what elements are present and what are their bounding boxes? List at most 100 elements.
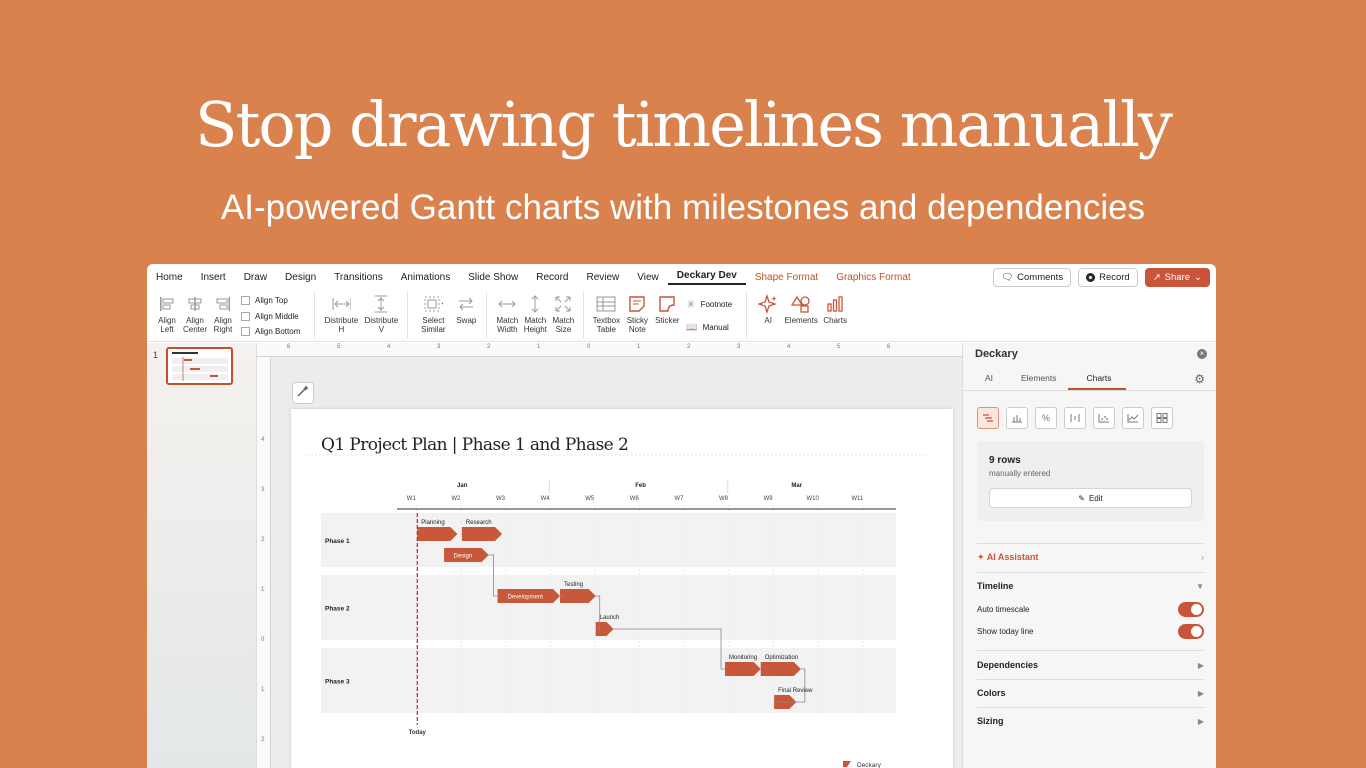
- elements-button[interactable]: Elements: [783, 292, 819, 338]
- match-height-button[interactable]: Match Height: [521, 292, 549, 338]
- deckary-panel: Deckary × AI Elements Charts ⚙ % 9 rows …: [962, 343, 1216, 768]
- phase-label: Phase 3: [325, 679, 350, 686]
- sizing-section[interactable]: Sizing ▶: [977, 716, 1204, 726]
- align-top-button[interactable]: Align Top: [241, 294, 300, 307]
- match-height-icon: [525, 294, 545, 314]
- slide-canvas[interactable]: 6 5 4 3 2 1 0 1 2 3 4 5 6 4 3 2 1 0 1 2 3 Q1 Project Plan |…: [257, 343, 962, 768]
- charts-button[interactable]: Charts: [819, 292, 851, 338]
- gear-icon[interactable]: ⚙: [1194, 372, 1205, 386]
- ai-button[interactable]: AI: [753, 292, 783, 338]
- auto-timescale-label: Auto timescale: [977, 605, 1030, 614]
- align-bottom-button[interactable]: Align Bottom: [241, 325, 300, 338]
- bar-chart-type-button[interactable]: [1006, 407, 1028, 429]
- sticker-button[interactable]: Sticker: [652, 292, 682, 338]
- gantt-chart[interactable]: Phase 1 Phase 2 Phase 3 W1 W2 W3 W4 W5 W6 W7 W8 W9 W…: [291, 409, 953, 768]
- line-chart-type-button[interactable]: [1122, 407, 1144, 429]
- ruler-tick-label: 2: [687, 344, 691, 350]
- tab-draw[interactable]: Draw: [235, 272, 276, 283]
- textbox-table-button[interactable]: Textbox Table: [590, 292, 622, 338]
- tab-design[interactable]: Design: [276, 272, 325, 283]
- sizing-label: Sizing: [977, 716, 1004, 726]
- align-right-button[interactable]: Align Right: [209, 292, 237, 338]
- align-center-button[interactable]: Align Center: [181, 292, 209, 338]
- comments-button[interactable]: 🗨 Comments: [993, 268, 1072, 287]
- gantt-chart-type-button[interactable]: [977, 407, 999, 429]
- percent-chart-type-button[interactable]: %: [1035, 407, 1057, 429]
- manual-button[interactable]: 📖 Manual: [686, 321, 732, 334]
- tab-record[interactable]: Record: [527, 272, 577, 283]
- colors-label: Colors: [977, 688, 1006, 698]
- week-label: W9: [764, 496, 774, 502]
- tab-graphics-format[interactable]: Graphics Format: [827, 272, 919, 283]
- dependencies-section[interactable]: Dependencies ▶: [977, 660, 1204, 670]
- footnote-button[interactable]: ✳ Footnote: [686, 298, 732, 311]
- tab-view[interactable]: View: [628, 272, 668, 283]
- waterfall-chart-type-button[interactable]: [1064, 407, 1086, 429]
- match-size-button[interactable]: Match Size: [549, 292, 577, 338]
- comment-icon: 🗨: [1001, 272, 1014, 283]
- match-width-button[interactable]: Match Width: [493, 292, 521, 338]
- panel-tab-charts[interactable]: Charts: [1068, 367, 1126, 390]
- ai-assistant-label: AI Assistant: [986, 552, 1039, 562]
- task-label: Planning: [421, 520, 444, 526]
- tab-review[interactable]: Review: [577, 272, 628, 283]
- panel-tab-ai[interactable]: AI: [963, 367, 1005, 390]
- divider: [977, 543, 1204, 544]
- menu-bar: Home Insert Draw Design Transitions Anim…: [147, 264, 1216, 290]
- ai-assistant-section[interactable]: ✦ AI Assistant ›: [977, 552, 1204, 563]
- task-bar: [417, 527, 458, 541]
- scatter-chart-type-button[interactable]: [1093, 407, 1115, 429]
- slide-thumbnail[interactable]: [166, 347, 233, 385]
- waterfall-icon: [1070, 414, 1080, 422]
- select-similar-button[interactable]: Select Similar: [414, 292, 452, 338]
- task-label: Design: [454, 554, 473, 560]
- sticky-note-button[interactable]: Sticky Note: [622, 292, 652, 338]
- colors-section[interactable]: Colors ▶: [977, 688, 1204, 698]
- timeline-label: Timeline: [977, 581, 1014, 591]
- distribute-h-label: Distribute H: [324, 316, 359, 334]
- match-width-icon: [497, 294, 517, 314]
- align-middle-label: Align Middle: [255, 311, 299, 321]
- show-today-line-label: Show today line: [977, 627, 1034, 636]
- task-label: Final Review: [778, 688, 813, 694]
- week-label: W4: [541, 496, 551, 502]
- tab-home[interactable]: Home: [147, 272, 192, 283]
- auto-timescale-row: Auto timescale: [977, 602, 1204, 617]
- ai-magic-button[interactable]: [292, 382, 314, 404]
- tab-shape-format[interactable]: Shape Format: [746, 272, 827, 283]
- tab-slide-show[interactable]: Slide Show: [459, 272, 527, 283]
- tab-animations[interactable]: Animations: [392, 272, 459, 283]
- ruler-tick-label: 1: [637, 344, 641, 350]
- grid-chart-type-button[interactable]: [1151, 407, 1173, 429]
- slide[interactable]: Q1 Project Plan | Phase 1 and Phase 2 Ph…: [291, 409, 953, 768]
- record-button[interactable]: Record: [1078, 268, 1138, 287]
- week-label: W8: [719, 496, 729, 502]
- tab-insert[interactable]: Insert: [192, 272, 235, 283]
- show-today-line-toggle[interactable]: [1178, 624, 1204, 639]
- watermark-label: Deckary: [857, 762, 882, 768]
- align-bottom-icon: [241, 327, 250, 337]
- phase-label: Phase 1: [325, 538, 350, 545]
- chevron-right-icon: ›: [1201, 553, 1204, 562]
- distribute-v-button[interactable]: Distribute V: [361, 292, 401, 338]
- close-icon[interactable]: ×: [1197, 349, 1207, 359]
- magic-wand-icon: [296, 384, 310, 403]
- align-vertical-list: Align Top Align Middle Align Bottom: [241, 292, 308, 338]
- edit-data-button[interactable]: ✎ Edit: [989, 488, 1192, 508]
- distribute-h-button[interactable]: Distribute H: [321, 292, 361, 338]
- share-button[interactable]: ↗ Share ⌄: [1144, 268, 1210, 287]
- timeline-section-header[interactable]: Timeline ▼: [977, 581, 1204, 591]
- align-left-button[interactable]: Align Left: [153, 292, 181, 338]
- swap-button[interactable]: Swap: [452, 292, 480, 338]
- insert-group: Textbox Table Sticky Note Sticker ✳ Footn…: [584, 292, 748, 338]
- note-list: ✳ Footnote 📖 Manual: [686, 292, 740, 338]
- week-label: W10: [807, 496, 820, 502]
- tab-deckary-dev[interactable]: Deckary Dev: [667, 270, 746, 285]
- auto-timescale-toggle[interactable]: [1178, 602, 1204, 617]
- task-label: Optimization: [765, 655, 798, 661]
- dependencies-label: Dependencies: [977, 660, 1039, 670]
- align-middle-button[interactable]: Align Middle: [241, 310, 300, 323]
- tab-transitions[interactable]: Transitions: [325, 272, 392, 283]
- comments-label: Comments: [1017, 272, 1064, 283]
- panel-tab-elements[interactable]: Elements: [1005, 367, 1068, 390]
